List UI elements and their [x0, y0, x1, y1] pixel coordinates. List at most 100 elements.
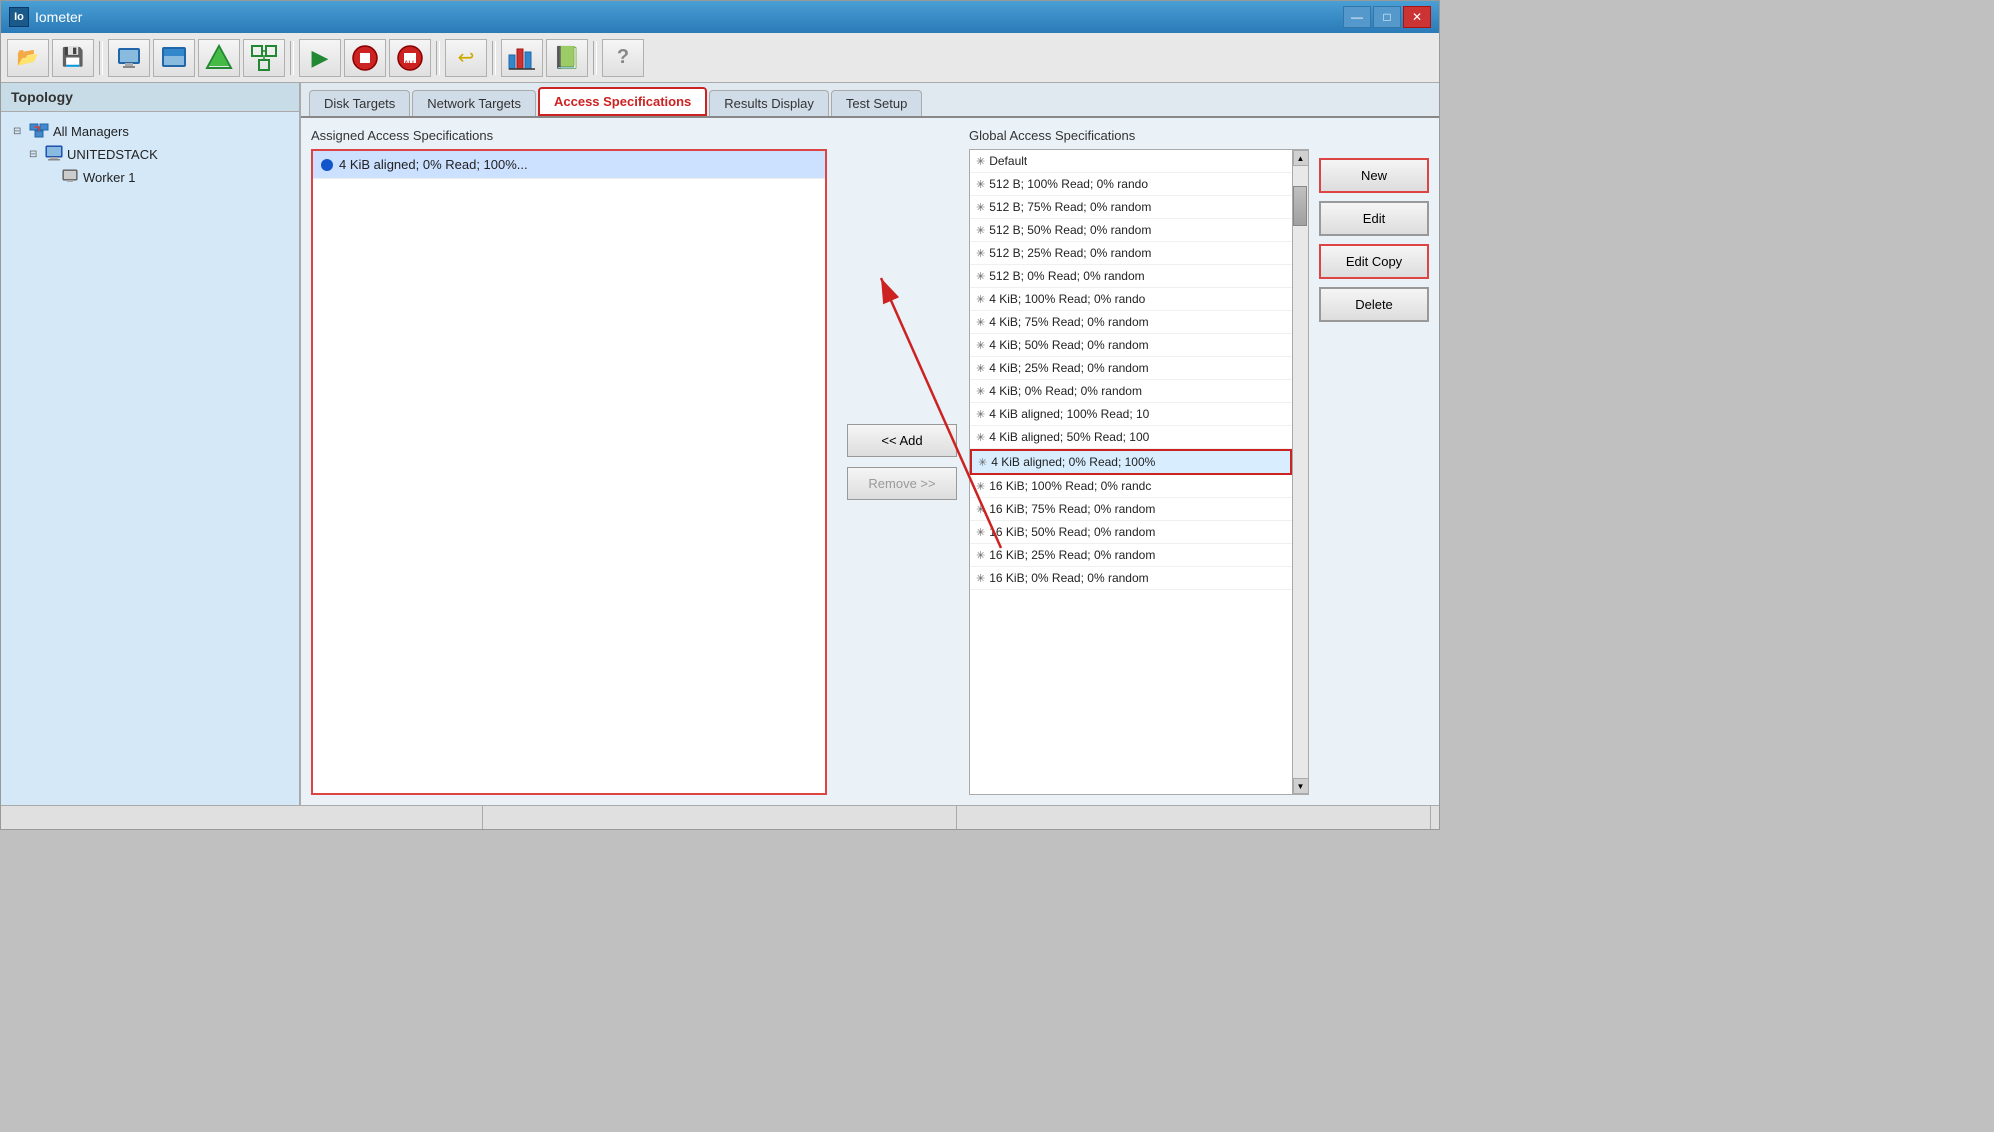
- book-button[interactable]: 📗: [546, 39, 588, 77]
- all-managers-label: All Managers: [53, 124, 129, 139]
- global-item-7[interactable]: ✳ 4 KiB; 75% Read; 0% random: [970, 311, 1292, 334]
- global-item-9[interactable]: ✳ 4 KiB; 25% Read; 0% random: [970, 357, 1292, 380]
- global-item-icon-5: ✳: [976, 270, 985, 283]
- global-panel-header: Global Access Specifications: [969, 128, 1309, 143]
- edit-copy-button[interactable]: Edit Copy: [1319, 244, 1429, 279]
- global-item-icon-2: ✳: [976, 201, 985, 214]
- global-item-17[interactable]: ✳ 16 KiB; 25% Read; 0% random: [970, 544, 1292, 567]
- global-item-15[interactable]: ✳ 16 KiB; 75% Read; 0% random: [970, 498, 1292, 521]
- global-item-12[interactable]: ✳ 4 KiB aligned; 50% Read; 100: [970, 426, 1292, 449]
- stop-button[interactable]: [344, 39, 386, 77]
- config-button[interactable]: [153, 39, 195, 77]
- global-item-icon-9: ✳: [976, 362, 985, 375]
- computer-icon: [45, 145, 63, 164]
- tree-item-unitedstack[interactable]: ⊟ UNITEDSTACK: [25, 143, 291, 166]
- display-button[interactable]: [108, 39, 150, 77]
- global-item-label-4: 512 B; 25% Read; 0% random: [989, 246, 1151, 260]
- global-item-18[interactable]: ✳ 16 KiB; 0% Read; 0% random: [970, 567, 1292, 590]
- toolbar-separator-2: [290, 41, 294, 75]
- global-item-6[interactable]: ✳ 4 KiB; 100% Read; 0% rando: [970, 288, 1292, 311]
- tabs-bar: Disk Targets Network Targets Access Spec…: [301, 83, 1439, 118]
- scrollbar[interactable]: ▲ ▼: [1292, 150, 1308, 794]
- open-button[interactable]: 📂: [7, 39, 49, 77]
- global-item-icon-17: ✳: [976, 549, 985, 562]
- global-item-icon-11: ✳: [976, 408, 985, 421]
- scroll-down-button[interactable]: ▼: [1293, 778, 1309, 794]
- edit-button[interactable]: Edit: [1319, 201, 1429, 236]
- global-item-13[interactable]: ✳ 4 KiB aligned; 0% Read; 100%: [970, 449, 1292, 475]
- global-item-5[interactable]: ✳ 512 B; 0% Read; 0% random: [970, 265, 1292, 288]
- global-item-10[interactable]: ✳ 4 KiB; 0% Read; 0% random: [970, 380, 1292, 403]
- assigned-item-label-0: 4 KiB aligned; 0% Read; 100%...: [339, 157, 528, 172]
- global-item-label-8: 4 KiB; 50% Read; 0% random: [989, 338, 1148, 352]
- global-item-2[interactable]: ✳ 512 B; 75% Read; 0% random: [970, 196, 1292, 219]
- start-button[interactable]: ▶: [299, 39, 341, 77]
- sidebar-header: Topology: [1, 83, 299, 112]
- tab-access-specifications[interactable]: Access Specifications: [538, 87, 707, 116]
- app-icon: Io: [9, 7, 29, 27]
- tree-item-all-managers[interactable]: ⊟ All Managers: [9, 120, 291, 143]
- content-area: Disk Targets Network Targets Access Spec…: [301, 83, 1439, 805]
- reset-button[interactable]: ↩: [445, 39, 487, 77]
- toolbar-separator-1: [99, 41, 103, 75]
- global-item-label-0: Default: [989, 154, 1027, 168]
- tree-item-worker1[interactable]: · Worker 1: [41, 166, 291, 189]
- new-button[interactable]: New: [1319, 158, 1429, 193]
- global-item-0[interactable]: ✳ Default: [970, 150, 1292, 173]
- global-item-label-9: 4 KiB; 25% Read; 0% random: [989, 361, 1148, 375]
- tab-content: Assigned Access Specifications 4 KiB ali…: [301, 118, 1439, 805]
- global-item-1[interactable]: ✳ 512 B; 100% Read; 0% rando: [970, 173, 1292, 196]
- scroll-thumb[interactable]: [1293, 186, 1307, 226]
- global-item-label-14: 16 KiB; 100% Read; 0% randc: [989, 479, 1151, 493]
- maximize-button[interactable]: □: [1373, 6, 1401, 28]
- scroll-up-button[interactable]: ▲: [1293, 150, 1309, 166]
- assigned-item-dot-0: [321, 159, 333, 171]
- tab-test-setup[interactable]: Test Setup: [831, 90, 922, 116]
- tab-disk-targets[interactable]: Disk Targets: [309, 90, 410, 116]
- global-list[interactable]: ✳ Default✳ 512 B; 100% Read; 0% rando✳ 5…: [970, 150, 1292, 794]
- save-button[interactable]: 💾: [52, 39, 94, 77]
- topology-button[interactable]: [243, 39, 285, 77]
- global-item-icon-13: ✳: [978, 456, 987, 469]
- network-button[interactable]: [198, 39, 240, 77]
- assigned-panel: Assigned Access Specifications 4 KiB ali…: [311, 128, 827, 795]
- tab-content-wrapper: Assigned Access Specifications 4 KiB ali…: [301, 118, 1439, 805]
- sidebar-content: ⊟ All Managers ⊟: [1, 112, 299, 805]
- tree-expand-managers: ⊟: [13, 126, 25, 137]
- svg-text:ALL: ALL: [404, 61, 416, 67]
- remove-button[interactable]: Remove >>: [847, 467, 957, 500]
- bar-chart-button[interactable]: [501, 39, 543, 77]
- sidebar: Topology ⊟ All Managers: [1, 83, 301, 805]
- global-item-16[interactable]: ✳ 16 KiB; 50% Read; 0% random: [970, 521, 1292, 544]
- global-item-icon-4: ✳: [976, 247, 985, 260]
- add-button[interactable]: << Add: [847, 424, 957, 457]
- global-item-icon-1: ✳: [976, 178, 985, 191]
- global-item-8[interactable]: ✳ 4 KiB; 50% Read; 0% random: [970, 334, 1292, 357]
- toolbar-separator-4: [492, 41, 496, 75]
- minimize-button[interactable]: —: [1343, 6, 1371, 28]
- assigned-item-0[interactable]: 4 KiB aligned; 0% Read; 100%...: [313, 151, 825, 179]
- scroll-track: [1293, 166, 1308, 778]
- tree-spacer-worker: ·: [45, 172, 57, 183]
- global-item-icon-18: ✳: [976, 572, 985, 585]
- help-button[interactable]: ?: [602, 39, 644, 77]
- global-item-label-18: 16 KiB; 0% Read; 0% random: [989, 571, 1148, 585]
- main-window: Io Iometer — □ ✕ 📂 💾: [0, 0, 1440, 830]
- assigned-panel-header: Assigned Access Specifications: [311, 128, 827, 143]
- tab-network-targets[interactable]: Network Targets: [412, 90, 536, 116]
- tree-expand-unitedstack: ⊟: [29, 149, 41, 160]
- global-item-4[interactable]: ✳ 512 B; 25% Read; 0% random: [970, 242, 1292, 265]
- assigned-list[interactable]: 4 KiB aligned; 0% Read; 100%...: [311, 149, 827, 795]
- global-item-14[interactable]: ✳ 16 KiB; 100% Read; 0% randc: [970, 475, 1292, 498]
- global-item-icon-12: ✳: [976, 431, 985, 444]
- global-item-11[interactable]: ✳ 4 KiB aligned; 100% Read; 10: [970, 403, 1292, 426]
- global-item-label-12: 4 KiB aligned; 50% Read; 100: [989, 430, 1149, 444]
- tab-results-display[interactable]: Results Display: [709, 90, 829, 116]
- managers-icon: [29, 122, 49, 141]
- global-item-label-3: 512 B; 50% Read; 0% random: [989, 223, 1151, 237]
- stopall-button[interactable]: ALL: [389, 39, 431, 77]
- global-item-label-10: 4 KiB; 0% Read; 0% random: [989, 384, 1142, 398]
- global-item-3[interactable]: ✳ 512 B; 50% Read; 0% random: [970, 219, 1292, 242]
- delete-button[interactable]: Delete: [1319, 287, 1429, 322]
- close-button[interactable]: ✕: [1403, 6, 1431, 28]
